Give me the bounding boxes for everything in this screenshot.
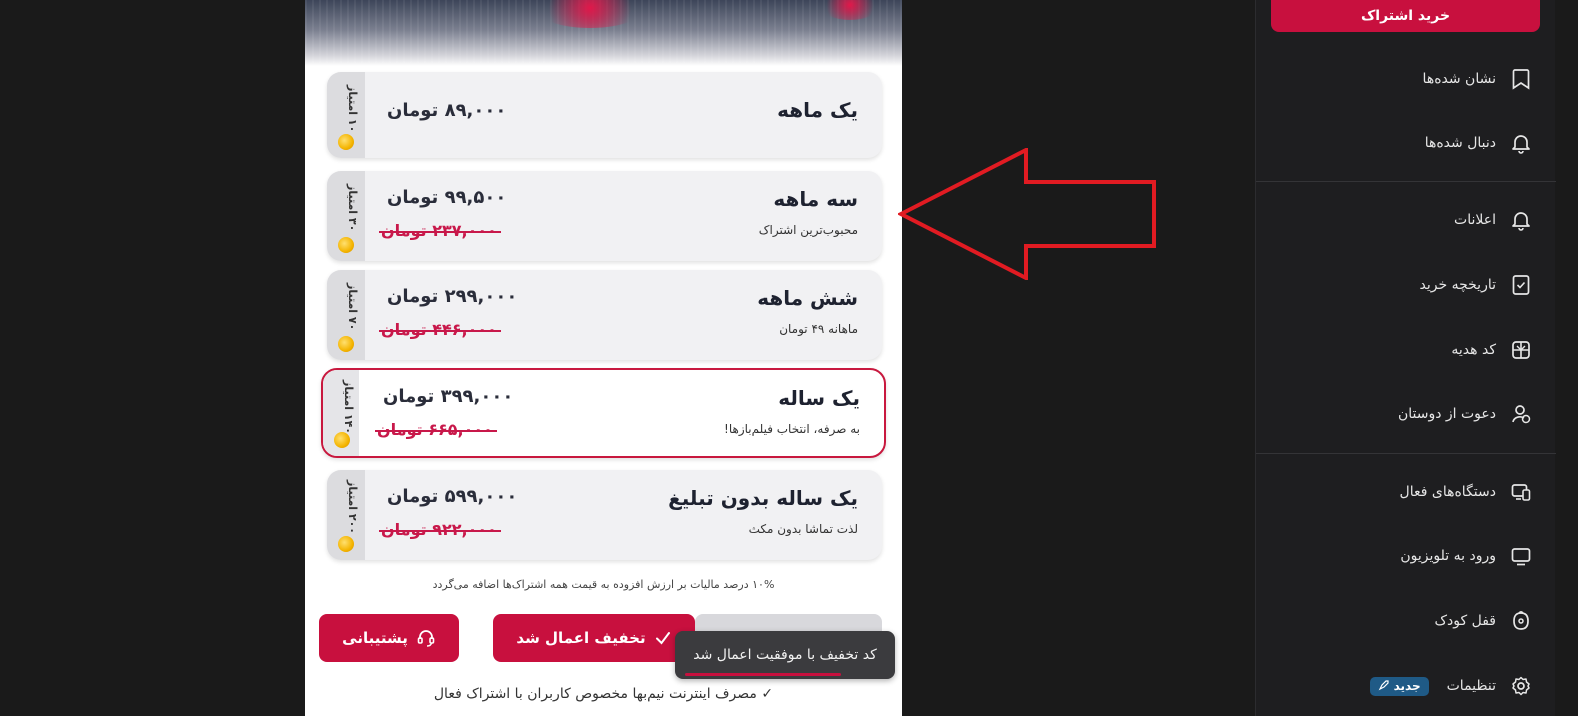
plan-name: یک ساله بدون تبلیغ <box>668 486 858 510</box>
discount-applied-button[interactable]: تخفیف اعمال شد <box>493 614 695 662</box>
sidebar-item-label: کد هدیه <box>1451 342 1496 358</box>
support-label: پشتیبانی <box>342 629 408 647</box>
sidebar-item-notifications[interactable]: اعلانات <box>1256 203 1556 237</box>
plan-name: شش ماهه <box>757 286 858 310</box>
sidebar-item-active-devices[interactable]: دستگاه‌های فعال <box>1256 475 1556 509</box>
sidebar-item-label: دنبال شده‌ها <box>1424 135 1496 151</box>
coin-icon <box>338 237 354 253</box>
plan-card-6-month[interactable]: ۷۰ امتیاز شش ماهه ماهانه ۴۹ تومان ۲۹۹,۰۰… <box>327 270 882 360</box>
sidebar-item-invite-friends[interactable]: دعوت از دوستان <box>1256 397 1556 431</box>
hero-banner <box>305 0 902 66</box>
rocket-icon <box>1378 679 1390 694</box>
checkmark-icon <box>654 629 672 647</box>
tax-note: ۱۰% درصد مالیات بر ارزش افزوده به قیمت ه… <box>432 578 775 591</box>
plan-subtitle: لذت تماشا بدون مکث <box>748 522 858 536</box>
coin-icon <box>338 336 354 352</box>
support-button[interactable]: پشتیبانی <box>319 614 459 662</box>
sidebar-divider <box>1256 181 1556 182</box>
plan-old-price: ۴۴۶,۰۰۰ تومان <box>379 320 501 339</box>
sidebar-item-label: تنظیمات <box>1446 678 1496 694</box>
tv-icon <box>1508 543 1534 569</box>
headset-icon <box>416 628 436 648</box>
sidebar-item-tv-login[interactable]: ورود به تلویزیون <box>1256 539 1556 573</box>
points-strip: ۱۰ امتیاز <box>327 72 365 158</box>
bell-icon <box>1508 130 1534 156</box>
receipt-icon <box>1508 272 1534 298</box>
new-badge: جدید <box>1369 676 1429 696</box>
sidebar-item-label: قفل کودک <box>1434 613 1497 629</box>
sidebar-item-label: اعلانات <box>1454 212 1496 228</box>
points-strip: ۱۴۰ امتیاز <box>323 370 359 456</box>
points-label: ۳۰ امتیاز <box>346 184 359 232</box>
plan-price: ۸۹,۰۰۰ تومان <box>387 100 507 121</box>
coin-icon <box>338 536 354 552</box>
plan-price: ۳۹۹,۰۰۰ تومان <box>383 386 514 407</box>
sidebar-item-settings[interactable]: تنظیمات جدید <box>1256 669 1556 703</box>
sidebar-item-bookmarks[interactable]: نشان شده‌ها <box>1256 62 1556 96</box>
toast-text: کد تخفیف با موفقیت اعمال شد <box>693 647 877 663</box>
invite-user-icon <box>1508 401 1534 427</box>
points-strip: ۷۰ امتیاز <box>327 270 365 360</box>
sidebar-item-purchase-history[interactable]: تاریخچه خرید <box>1256 268 1556 302</box>
sidebar-item-label: دعوت از دوستان <box>1397 406 1496 422</box>
devices-icon <box>1508 479 1534 505</box>
plan-subtitle: ماهانه ۴۹ تومان <box>779 322 858 336</box>
toast-progress-bar <box>685 673 841 676</box>
plan-old-price: ۲۳۷,۰۰۰ تومان <box>379 221 501 240</box>
plan-name: یک ساله <box>778 386 860 410</box>
sidebar-item-label: نشان شده‌ها <box>1422 71 1496 87</box>
gear-icon <box>1508 673 1534 699</box>
sidebar-item-gift-code[interactable]: کد هدیه <box>1256 333 1556 367</box>
plan-subtitle: به صرفه، انتخاب فیلم‌بازها! <box>724 422 860 436</box>
sidebar-item-following[interactable]: دنبال شده‌ها <box>1256 126 1556 160</box>
points-label: ۱۴۰ امتیاز <box>342 379 355 434</box>
sidebar: خرید اشتراک نشان شده‌ها دنبال شده‌ها اعل… <box>1255 0 1556 716</box>
plan-price: ۹۹,۵۰۰ تومان <box>387 187 507 208</box>
bookmark-icon <box>1508 66 1534 92</box>
window-edge <box>1556 0 1578 716</box>
coin-icon <box>334 432 350 448</box>
internet-usage-note: ✓ مصرف اینترنت نیم‌بها مخصوص کاربران با … <box>433 686 774 702</box>
plan-card-1-month[interactable]: ۱۰ امتیاز یک ماهه ۸۹,۰۰۰ تومان <box>327 72 882 158</box>
plan-price: ۵۹۹,۰۰۰ تومان <box>387 486 518 507</box>
plan-card-1-year-no-ads[interactable]: ۲۰۰ امتیاز یک ساله بدون تبلیغ لذت تماشا … <box>327 470 882 560</box>
points-strip: ۲۰۰ امتیاز <box>327 470 365 560</box>
sidebar-item-label: تاریخچه خرید <box>1419 277 1496 293</box>
sidebar-item-child-lock[interactable]: قفل کودک <box>1256 604 1556 638</box>
toast-notification: کد تخفیف با موفقیت اعمال شد <box>675 631 895 679</box>
points-strip: ۳۰ امتیاز <box>327 171 365 261</box>
sidebar-divider <box>1256 453 1556 454</box>
gift-icon <box>1508 337 1534 363</box>
coin-icon <box>338 134 354 150</box>
plan-card-1-year-selected[interactable]: ۱۴۰ امتیاز یک ساله به صرفه، انتخاب فیلم‌… <box>321 368 886 458</box>
buy-subscription-button[interactable]: خرید اشتراک <box>1271 0 1540 32</box>
plan-name: یک ماهه <box>777 98 858 122</box>
red-annotation-arrow <box>898 148 1156 280</box>
discount-applied-label: تخفیف اعمال شد <box>516 629 646 647</box>
points-label: ۷۰ امتیاز <box>346 283 359 331</box>
plan-subtitle: محبوب‌ترین اشتراک <box>758 223 858 237</box>
plan-price: ۲۹۹,۰۰۰ تومان <box>387 286 518 307</box>
bell-icon <box>1508 207 1534 233</box>
child-lock-icon <box>1508 608 1534 634</box>
plan-old-price: ۹۲۲,۰۰۰ تومان <box>379 520 501 539</box>
subscription-panel: ۱۰ امتیاز یک ماهه ۸۹,۰۰۰ تومان ۳۰ امتیاز… <box>305 0 902 716</box>
plan-old-price: ۶۶۵,۰۰۰ تومان <box>375 420 497 439</box>
plan-card-3-month[interactable]: ۳۰ امتیاز سه ماهه محبوب‌ترین اشتراک ۹۹,۵… <box>327 171 882 261</box>
new-badge-label: جدید <box>1393 679 1421 693</box>
plan-name: سه ماهه <box>773 187 858 211</box>
points-label: ۱۰ امتیاز <box>346 85 359 133</box>
sidebar-item-label: ورود به تلویزیون <box>1400 548 1496 564</box>
sidebar-item-label: دستگاه‌های فعال <box>1399 484 1496 500</box>
points-label: ۲۰۰ امتیاز <box>346 479 359 534</box>
